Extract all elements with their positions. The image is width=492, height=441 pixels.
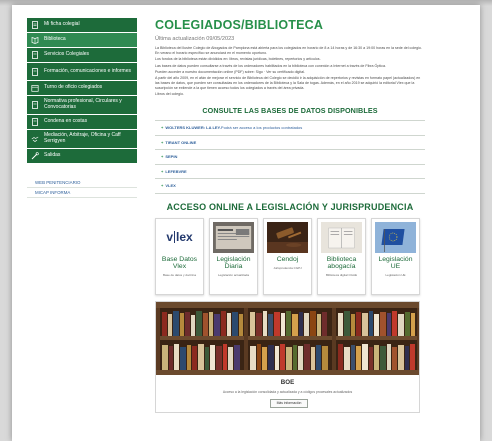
card-biblioteca-abogacia[interactable]: Biblioteca abogacía Biblioteca digital C…	[317, 217, 366, 295]
sidebar-item-label: Formación, comunicaciones e informes	[44, 67, 131, 74]
last-updated: Última actualización 09/05/2023	[155, 36, 235, 42]
side-link-web-penitenciario[interactable]: WEB PENITENCIARIO	[27, 178, 137, 188]
book-icon	[30, 36, 39, 45]
side-link-micap-informa[interactable]: MICAP INFORMA	[27, 188, 137, 198]
title-main: COLEGIADOS	[155, 18, 242, 32]
db-heading: CONSULTE LAS BASES DE DATOS DISPONIBLES	[202, 106, 378, 116]
intro-paragraph: Pueden acceder a nuestro documentación o…	[155, 69, 306, 74]
card-cendoj[interactable]: Cendoj Jurisprudencia CGPJ	[263, 217, 312, 295]
db-item-vlex[interactable]: + VLEX	[155, 179, 425, 194]
card-title: Legislación Diaria	[216, 255, 251, 271]
document-icon	[30, 118, 39, 127]
plus-icon: +	[161, 125, 164, 131]
sidebar-item-condena[interactable]: Condena en costas	[27, 115, 137, 130]
sidebar-item-label: Normativa profesional, Circulares y Conv…	[44, 98, 122, 110]
plus-icon: +	[161, 183, 164, 189]
card-desc: Jurisprudencia CGPJ	[273, 266, 302, 271]
eu-flag-image	[375, 221, 416, 253]
sidebar-item-label: Turno de oficio colegiados	[44, 84, 103, 91]
tools-icon	[30, 152, 39, 161]
db-item-lefebvre[interactable]: + LEFEBVRE	[155, 165, 425, 180]
document-icon	[30, 51, 39, 60]
boe-more-info-button[interactable]: Más información	[270, 398, 308, 408]
gavel-image	[267, 221, 308, 253]
plus-icon: +	[161, 154, 164, 160]
card-legislacion-diaria[interactable]: Legislación Diaria Legislación actualiza…	[209, 217, 258, 295]
vlex-logo: v lex	[166, 230, 193, 245]
access-heading: ACCESO ONLINE A LEGISLACIÓN Y JURISPRUDE…	[166, 201, 414, 212]
card-desc: Legislación UE	[385, 273, 406, 278]
card-title: Biblioteca abogacía	[326, 255, 357, 271]
db-item-label: WOLTERS KLUWER: LA LEY.	[165, 125, 221, 131]
card-desc: Legislación actualizada	[217, 273, 250, 278]
card-desc: Base de datos y doctrina	[162, 273, 197, 278]
db-item-tirant[interactable]: + TIRANT ONLINE	[155, 136, 425, 151]
sidebar-item-mi-ficha[interactable]: Mi ficha colegial	[27, 18, 137, 33]
sidebar-item-normativa[interactable]: Normativa profesional, Circulares y Conv…	[27, 96, 137, 115]
db-item-laley[interactable]: + WOLTERS KLUWER: LA LEY. Podrá ser acces…	[155, 121, 425, 136]
db-item-label: VLEX	[165, 183, 176, 189]
card-title: Cendoj	[276, 255, 299, 263]
db-item-label: LEFEBVRE	[165, 168, 187, 174]
sidebar-item-label: Salidas	[44, 152, 61, 159]
sidebar-item-label: Mediación, Arbitraje, Oficina y Caff Ser…	[44, 132, 121, 144]
intro-paragraph: Libros del colegio.	[155, 92, 184, 97]
sidebar: Mi ficha colegial Biblioteca Servicios C…	[27, 18, 137, 198]
intro-paragraph: Las bases de datos pueden consultarse a …	[155, 63, 386, 68]
document-icon	[30, 101, 39, 110]
boe-title: BOE	[280, 378, 295, 386]
db-item-label: TIRANT ONLINE	[165, 139, 197, 145]
document-icon	[30, 67, 39, 76]
access-cards: v lex Base Datos Vlex Base de datos y doc…	[155, 217, 420, 295]
sidebar-item-label: Mi ficha colegial	[44, 21, 80, 28]
db-item-desc: Podrá ser acceso a los productos contrat…	[220, 125, 303, 131]
card-vlex[interactable]: v lex Base Datos Vlex Base de datos y doc…	[155, 217, 204, 295]
card-desc: Biblioteca digital CGAE	[325, 273, 357, 278]
boe-card[interactable]: BOE Acceso a la legislación consolidada …	[155, 300, 420, 413]
intro-paragraph: La Biblioteca del Ilustre Colegio de Abo…	[155, 46, 422, 55]
boe-description: Acceso a la legislación consolidada y ac…	[222, 389, 353, 394]
card-title: Base Datos Vlex	[161, 255, 198, 271]
library-shelf-image	[156, 301, 419, 375]
plus-icon: +	[161, 139, 164, 145]
sidebar-item-servicios[interactable]: Servicios Colegiales	[27, 48, 137, 63]
card-title: Legislación UE	[378, 255, 413, 271]
calendar-icon	[30, 84, 39, 93]
intro-paragraph: A partir del año 2009, en el afán de mej…	[155, 76, 421, 90]
newspaper-image	[213, 221, 254, 253]
db-list: + WOLTERS KLUWER: LA LEY. Podrá ser acces…	[155, 120, 425, 194]
sidebar-item-turno[interactable]: Turno de oficio colegiados	[27, 81, 137, 96]
db-item-sepin[interactable]: + SEPIN	[155, 150, 425, 165]
sidebar-item-label: Condena en costas	[44, 118, 88, 125]
sidebar-item-salidas[interactable]: Salidas	[27, 149, 137, 164]
sidebar-item-formacion[interactable]: Formación, comunicaciones e informes	[27, 63, 137, 81]
sidebar-item-mediacion[interactable]: Mediación, Arbitraje, Oficina y Caff Ser…	[27, 130, 137, 149]
sidebar-item-label: Servicios Colegiales	[44, 51, 90, 58]
main-content: COLEGIADOS/BIBLIOTECA Última actualizaci…	[155, 18, 425, 413]
title-sub: BIBLIOTECA	[244, 18, 324, 32]
db-item-label: SEPIN	[165, 154, 178, 160]
books-image	[321, 221, 362, 253]
intro-paragraph: Los fondos de la biblioteca están dividi…	[155, 57, 321, 62]
plus-icon: +	[161, 168, 164, 174]
sidebar-item-label: Biblioteca	[44, 36, 66, 43]
handshake-icon	[30, 135, 39, 144]
sidebar-item-biblioteca[interactable]: Biblioteca	[27, 33, 137, 48]
card-legislacion-ue[interactable]: Legislación UE Legislación UE	[371, 217, 420, 295]
page-title: COLEGIADOS/BIBLIOTECA	[155, 18, 425, 32]
document-icon	[30, 21, 39, 30]
